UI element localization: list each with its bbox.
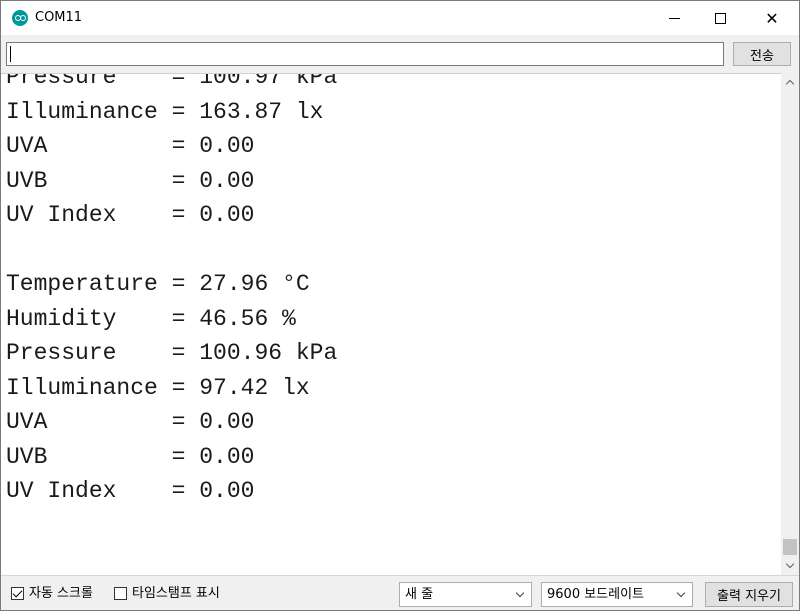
autoscroll-checkbox[interactable]	[11, 587, 24, 600]
line-ending-select[interactable]: 새 줄	[399, 582, 532, 607]
timestamp-label: 타임스탬프 표시	[132, 586, 220, 601]
text-caret	[10, 46, 11, 62]
serial-monitor-window: COM11 ✕ 전송 Pressure = 100.97 kPa Illumin…	[0, 0, 800, 611]
timestamp-checkbox[interactable]	[114, 587, 127, 600]
send-bar: 전송	[1, 35, 799, 73]
arduino-logo-icon	[12, 10, 28, 26]
window-title: COM11	[35, 10, 83, 25]
chevron-down-icon	[676, 588, 686, 598]
scroll-down-button[interactable]	[781, 557, 799, 575]
output-line: UVB = 0.00	[6, 167, 255, 194]
minimize-button[interactable]	[651, 1, 697, 35]
title-bar: COM11 ✕	[1, 1, 799, 35]
output-line: Pressure = 100.97 kPa	[6, 73, 338, 90]
status-bar: 자동 스크롤 타임스탬프 표시 새 줄 9600 보드레이트 출력 지우기	[1, 575, 799, 610]
output-line: UVA = 0.00	[6, 133, 255, 159]
autoscroll-label: 자동 스크롤	[29, 586, 93, 601]
line-ending-value: 새 줄	[405, 587, 434, 602]
chevron-up-icon	[785, 79, 795, 89]
close-icon: ✕	[765, 8, 779, 28]
maximize-icon	[714, 12, 726, 24]
output-line: Pressure = 100.96 kPa	[6, 340, 338, 366]
output-line: UVB = 0.00	[6, 443, 255, 470]
output-line: Humidity = 46.56 %	[6, 305, 296, 332]
output-line: Temperature = 27.96 °C	[6, 271, 310, 297]
minimize-icon	[668, 17, 680, 19]
close-button[interactable]: ✕	[749, 1, 795, 35]
scrollbar-thumb[interactable]	[783, 539, 797, 555]
output-lines: Pressure = 100.97 kPa Illuminance = 163.…	[6, 73, 338, 509]
chevron-down-icon	[515, 588, 525, 598]
output-line: UV Index = 0.00	[6, 202, 255, 228]
baud-rate-select[interactable]: 9600 보드레이트	[541, 582, 693, 607]
output-line: Illuminance = 97.42 lx	[6, 374, 310, 401]
send-input[interactable]	[6, 42, 724, 66]
output-line: Illuminance = 163.87 lx	[6, 98, 324, 125]
maximize-button[interactable]	[697, 1, 743, 35]
vertical-scrollbar[interactable]	[781, 73, 799, 575]
baud-rate-value: 9600 보드레이트	[547, 587, 645, 602]
send-button[interactable]: 전송	[733, 42, 791, 66]
output-line: UVA = 0.00	[6, 409, 255, 435]
chevron-down-icon	[785, 559, 795, 569]
output-line: UV Index = 0.00	[6, 478, 255, 504]
scroll-up-button[interactable]	[781, 73, 799, 91]
serial-output[interactable]: Pressure = 100.97 kPa Illuminance = 163.…	[1, 73, 781, 575]
clear-output-button[interactable]: 출력 지우기	[705, 582, 793, 607]
